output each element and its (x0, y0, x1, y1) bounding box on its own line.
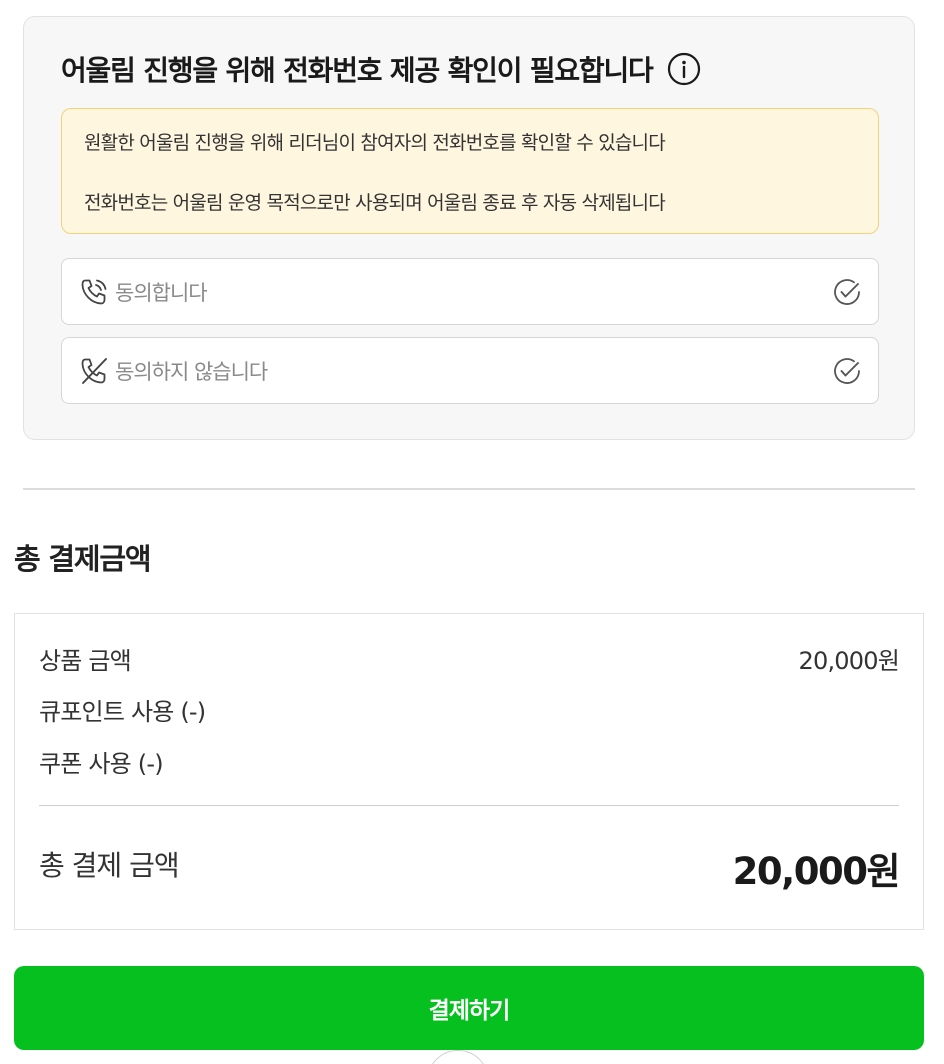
total-amount-value: 20,000원 (732, 850, 901, 893)
agree-option-label: 동의합니다 (115, 280, 208, 305)
disagree-option[interactable]: 동의하지 않습니다 (61, 337, 879, 404)
scroll-top-button[interactable] (427, 1050, 489, 1064)
phone-off-icon (79, 356, 109, 386)
notice-line: 전화번호는 어울림 운영 목적으로만 사용되며 어울림 종료 후 자동 삭제됩니… (84, 192, 666, 214)
qpoint-usage-row: 큐포인트 사용 (-) (39, 691, 899, 727)
check-circle-icon (832, 356, 862, 386)
coupon-usage-row: 쿠폰 사용 (-) (39, 743, 899, 779)
total-amount-label: 총 결제 금액 (39, 849, 180, 882)
section-divider (23, 488, 915, 490)
total-payment-heading: 총 결제금액 (14, 542, 151, 576)
payment-summary: 상품 금액 20,000원 큐포인트 사용 (-) 쿠폰 사용 (-) 총 결제… (14, 613, 924, 930)
consent-title-row: 어울림 진행을 위해 전화번호 제공 확인이 필요합니다 (61, 49, 701, 89)
info-circle-icon[interactable] (667, 52, 701, 86)
product-amount-value: 20,000원 (798, 646, 900, 675)
disagree-option-label: 동의하지 않습니다 (115, 359, 268, 384)
consent-notice: 원활한 어울림 진행을 위해 리더님이 참여자의 전화번호를 확인할 수 있습니… (61, 108, 879, 234)
product-amount-label: 상품 금액 (39, 646, 132, 675)
pay-button[interactable]: 결제하기 (14, 966, 924, 1050)
agree-option[interactable]: 동의합니다 (61, 258, 879, 325)
total-amount-row: 총 결제 금액 20,000원 (39, 840, 901, 896)
phone-icon (79, 277, 109, 307)
coupon-usage-label: 쿠폰 사용 (-) (39, 749, 164, 778)
check-circle-icon (832, 277, 862, 307)
notice-line: 원활한 어울림 진행을 위해 리더님이 참여자의 전화번호를 확인할 수 있습니… (84, 132, 666, 154)
summary-divider (39, 805, 899, 806)
qpoint-usage-label: 큐포인트 사용 (-) (39, 697, 206, 726)
consent-title: 어울림 진행을 위해 전화번호 제공 확인이 필요합니다 (61, 54, 654, 87)
product-amount-row: 상품 금액 20,000원 (39, 640, 900, 676)
phone-consent-card: 어울림 진행을 위해 전화번호 제공 확인이 필요합니다 원활한 어울림 진행을… (23, 16, 915, 440)
